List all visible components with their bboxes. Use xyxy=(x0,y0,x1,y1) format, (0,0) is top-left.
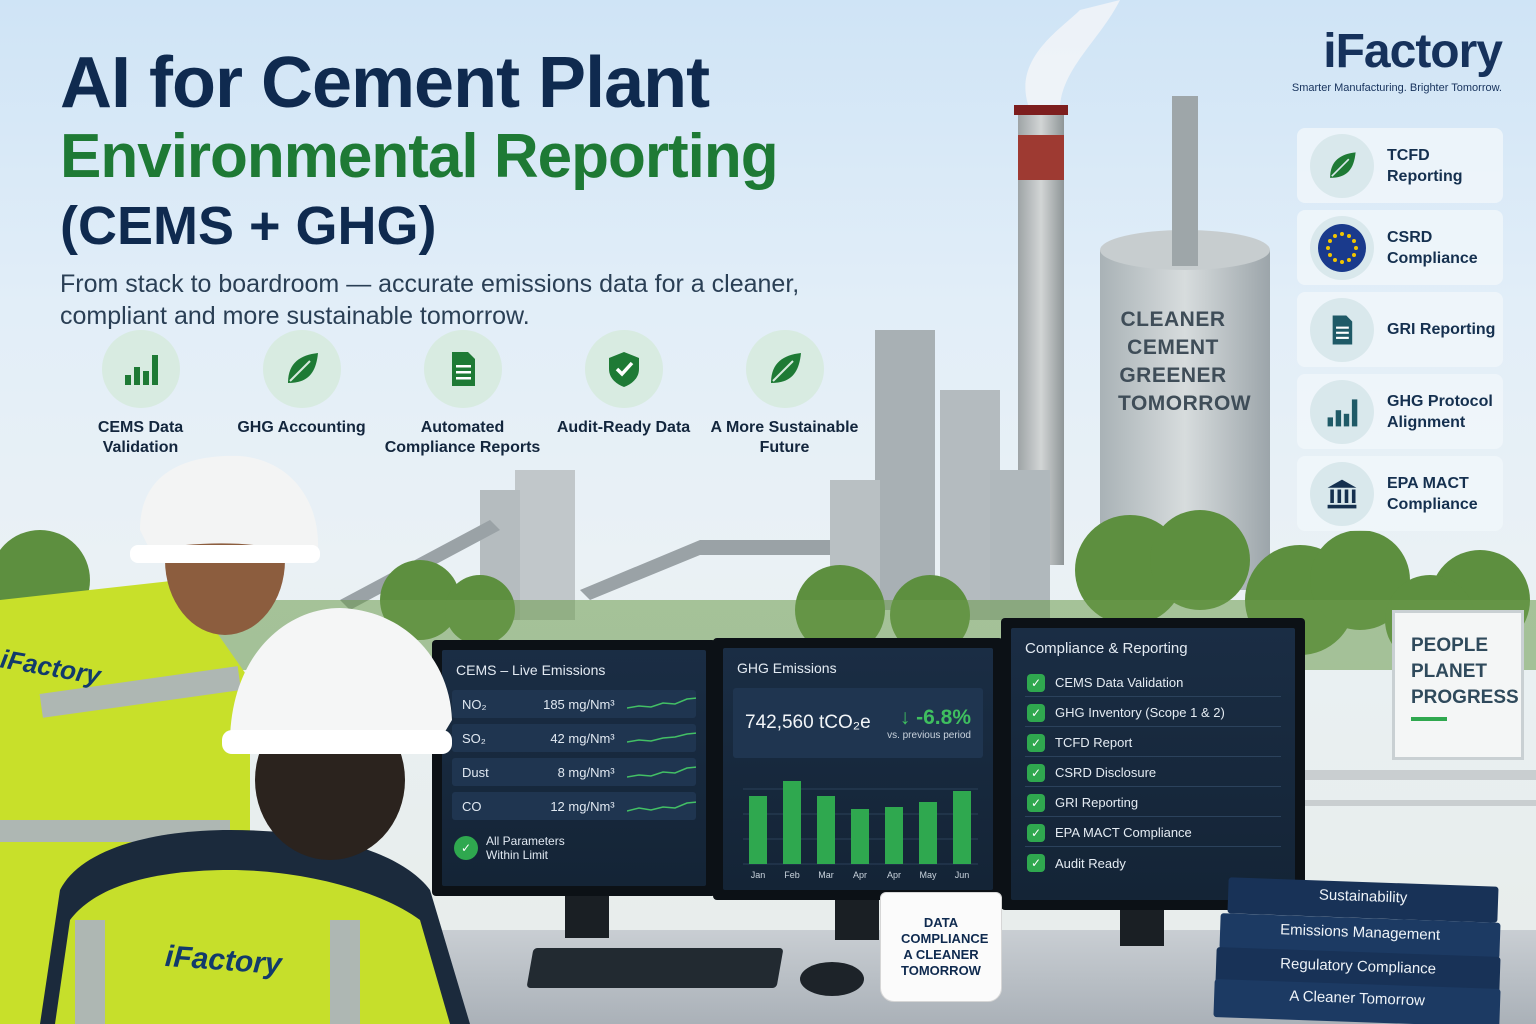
sparkline xyxy=(626,801,696,812)
monitor-stand xyxy=(1120,910,1164,946)
mug-text: DATA COMPLIANCE A CLEANER TOMORROW xyxy=(901,915,989,978)
ghg-monitor: GHG Emissions 742,560 tCO₂e ↓ -6.8% vs. … xyxy=(713,638,1003,900)
document-icon xyxy=(1332,315,1353,344)
cems-status: ✓ All Parameters Within Limit xyxy=(454,834,694,862)
bar-chart-icon xyxy=(1327,398,1358,426)
standard-card: CSRD Compliance xyxy=(1297,210,1503,285)
ghg-month-label: Jun xyxy=(955,870,970,880)
brand-logo: iFactory xyxy=(1323,25,1503,78)
standard-label: EPA MACT Compliance xyxy=(1387,474,1478,513)
monitor-stand xyxy=(835,900,879,940)
ghg-bar xyxy=(919,802,937,864)
check-icon: ✓ xyxy=(1027,733,1045,752)
compliance-item: ✓ TCFD Report xyxy=(1025,729,1281,757)
brand-block: iFactory Smarter Manufacturing. Brighter… xyxy=(1291,24,1503,94)
leaf-icon xyxy=(287,353,318,383)
cems-row: Dust 8 mg/Nm³ xyxy=(452,758,696,786)
standard-label: CSRD Compliance xyxy=(1387,228,1478,267)
ghg-bar xyxy=(783,781,801,864)
sparkline xyxy=(626,697,696,709)
hero-heading: AI for Cement Plant Environmental Report… xyxy=(60,44,940,332)
silo-text: CLEANER CEMENT GREENER TOMORROW xyxy=(1118,308,1252,415)
title-line-3: (CEMS + GHG) xyxy=(60,196,437,256)
standard-card: EPA MACT Compliance xyxy=(1297,456,1503,531)
compliance-item: ✓ GRI Reporting xyxy=(1025,789,1281,817)
check-icon: ✓ xyxy=(1027,673,1045,692)
monitor-stand xyxy=(565,896,609,938)
feature-item: A More Sustainable Future xyxy=(704,330,865,458)
check-icon: ✓ xyxy=(1027,854,1045,872)
people-planet-progress-sign: PEOPLE PLANET PROGRESS xyxy=(1392,610,1524,760)
workers-illustration xyxy=(0,455,470,1024)
cems-title: CEMS – Live Emissions xyxy=(456,662,606,678)
ghg-month-label: Jan xyxy=(751,870,766,880)
ghg-bar xyxy=(953,791,971,864)
ghg-change-note: vs. previous period xyxy=(887,729,971,741)
feature-item: Audit-Ready Data xyxy=(543,330,704,458)
standard-label: GHG Protocol Alignment xyxy=(1387,392,1493,431)
ghg-month-label: Apr xyxy=(853,870,867,880)
ghg-bar xyxy=(749,796,767,864)
bar-chart-icon xyxy=(124,355,158,385)
feature-list: CEMS Data Validation GHG Accounting Auto… xyxy=(60,330,865,458)
feature-item: CEMS Data Validation xyxy=(60,330,221,458)
standard-card: TCFD Reporting xyxy=(1297,128,1503,203)
cems-row: SO₂ 42 mg/Nm³ xyxy=(452,724,696,752)
compliance-item: ✓ CEMS Data Validation xyxy=(1025,669,1281,697)
feature-label: Audit-Ready Data xyxy=(556,419,691,436)
standard-card: GRI Reporting xyxy=(1297,292,1503,367)
scene: CLEANER CEMENT GREENER TOMORROW AI for C… xyxy=(0,0,1536,1024)
document-icon xyxy=(451,352,475,386)
standard-label: TCFD Reporting xyxy=(1387,146,1463,185)
cems-monitor: CEMS – Live Emissions NO₂ 185 mg/Nm³ SO₂ 4… xyxy=(432,640,716,896)
cems-row: CO 12 mg/Nm³ xyxy=(452,792,696,820)
mug: DATA COMPLIANCE A CLEANER TOMORROW xyxy=(880,892,1002,1002)
cems-row: NO₂ 185 mg/Nm³ xyxy=(452,690,696,718)
subtitle: From stack to boardroom — accurate emiss… xyxy=(60,270,800,330)
ghg-month-label: Apr xyxy=(887,870,901,880)
sign-text: PEOPLE PLANET PROGRESS xyxy=(1411,635,1519,708)
ghg-bar xyxy=(851,809,869,864)
compliance-item: ✓ Audit Ready xyxy=(1025,849,1281,877)
standards-list: TCFD Reporting CSRD Compliance GRI Repor… xyxy=(1297,128,1503,538)
mouse xyxy=(800,962,864,996)
compliance-item: ✓ GHG Inventory (Scope 1 & 2) xyxy=(1025,699,1281,727)
feature-item: Automated Compliance Reports xyxy=(382,330,543,458)
eu-flag-icon xyxy=(1318,223,1366,272)
ghg-change: ↓ -6.8% xyxy=(899,705,971,729)
brand-tagline: Smarter Manufacturing. Brighter Tomorrow… xyxy=(1291,82,1502,94)
ghg-title: GHG Emissions xyxy=(737,660,837,676)
feature-label: A More Sustainable Future xyxy=(710,419,859,456)
title-line-2: Environmental Reporting xyxy=(60,122,779,191)
sparkline xyxy=(626,732,696,743)
check-icon: ✓ xyxy=(1027,793,1045,812)
ghg-month-label: Feb xyxy=(784,870,800,880)
standard-label: GRI Reporting xyxy=(1387,321,1496,338)
keyboard xyxy=(526,948,784,988)
ghg-month-label: Mar xyxy=(818,870,834,880)
ghg-bar-chart: Jan Feb Mar Apr Apr May Jun xyxy=(743,781,978,880)
compliance-item: ✓ EPA MACT Compliance xyxy=(1025,819,1281,847)
ghg-month-label: May xyxy=(919,870,937,880)
shield-check-icon xyxy=(608,352,639,387)
ghg-summary: 742,560 tCO₂e ↓ -6.8% vs. previous perio… xyxy=(733,688,983,758)
check-icon: ✓ xyxy=(1027,703,1045,722)
title-line-1: AI for Cement Plant xyxy=(60,43,710,123)
sparkline xyxy=(626,766,696,778)
leaf-icon xyxy=(1330,151,1356,178)
compliance-item: ✓ CSRD Disclosure xyxy=(1025,759,1281,787)
check-icon: ✓ xyxy=(1027,763,1045,782)
standard-card: GHG Protocol Alignment xyxy=(1297,374,1503,449)
leaf-icon xyxy=(770,353,801,383)
cems-status-text: All Parameters Within Limit xyxy=(486,834,565,862)
ghg-total: 742,560 tCO₂e xyxy=(745,712,871,733)
feature-label: GHG Accounting xyxy=(237,419,366,436)
feature-item: GHG Accounting xyxy=(221,330,382,458)
government-building-icon xyxy=(1327,479,1357,508)
ghg-bar xyxy=(817,796,835,864)
compliance-title: Compliance & Reporting xyxy=(1025,640,1188,657)
compliance-monitor: Compliance & Reporting ✓ CEMS Data Valida… xyxy=(1001,618,1305,910)
check-icon: ✓ xyxy=(1027,823,1045,842)
ghg-bar xyxy=(885,807,903,864)
